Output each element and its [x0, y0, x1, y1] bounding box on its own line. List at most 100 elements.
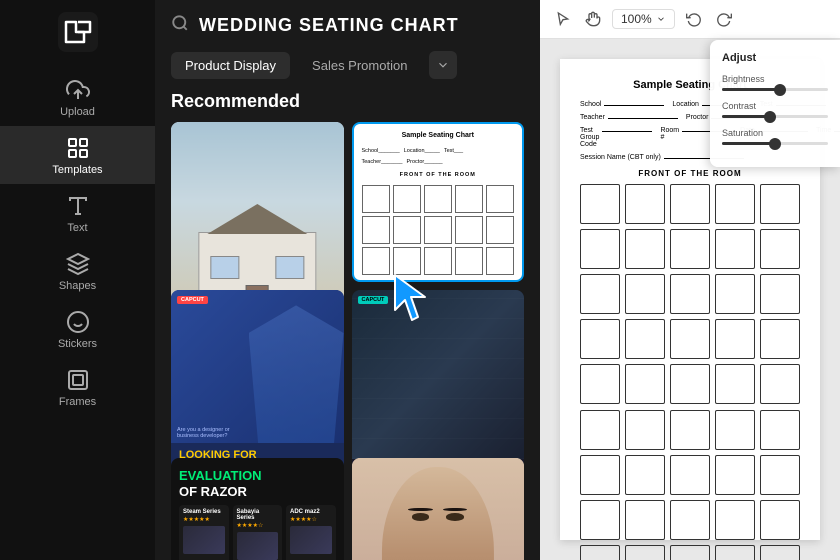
- sidebar-item-stickers[interactable]: Stickers: [0, 300, 155, 358]
- seat: [715, 274, 755, 314]
- seat: [760, 229, 800, 269]
- seat: [760, 500, 800, 540]
- adjust-title: Adjust: [722, 52, 828, 64]
- doc-panel: 100% Sample Seating Chart School Loc: [540, 0, 840, 560]
- seat: [580, 229, 620, 269]
- seat: [670, 319, 710, 359]
- seat: [625, 455, 665, 495]
- sidebar-item-upload[interactable]: Upload: [0, 68, 155, 126]
- seat: [715, 410, 755, 450]
- field-session: Session Name (CBT only): [580, 154, 661, 161]
- search-query: WEDDING SEATING CHART: [199, 15, 459, 36]
- text-label: Text: [67, 222, 87, 234]
- seat: [625, 229, 665, 269]
- hand-tool[interactable]: [582, 8, 604, 30]
- cursor-tool[interactable]: [552, 8, 574, 30]
- seat: [580, 410, 620, 450]
- seat: [760, 410, 800, 450]
- templates-icon: [66, 136, 90, 160]
- seat: [760, 274, 800, 314]
- field-location: Location: [672, 101, 698, 108]
- template-grid: now available for sell! Beautiful house …: [155, 122, 540, 560]
- adjust-panel: Adjust Brightness Contrast Saturation: [710, 40, 840, 167]
- seat: [580, 184, 620, 224]
- doc-toolbar: 100%: [540, 0, 840, 39]
- seat: [670, 364, 710, 404]
- seat-grid-front: [580, 184, 800, 404]
- tab-product-display[interactable]: Product Display: [171, 52, 290, 79]
- sidebar-item-text[interactable]: Text: [0, 184, 155, 242]
- seat: [760, 455, 800, 495]
- tabs-row: Product Display Sales Promotion: [155, 51, 540, 91]
- field-teacher: Teacher: [580, 114, 605, 121]
- field-school: School: [580, 101, 601, 108]
- seat: [670, 184, 710, 224]
- seat: [715, 229, 755, 269]
- seat: [670, 455, 710, 495]
- field-room: Room #: [660, 127, 679, 141]
- seat: [715, 319, 755, 359]
- undo-button[interactable]: [683, 8, 705, 30]
- seat: [760, 184, 800, 224]
- seat: [625, 545, 665, 560]
- seat: [625, 364, 665, 404]
- seat-grid-middle: [580, 410, 800, 560]
- search-bar: WEDDING SEATING CHART: [155, 0, 540, 51]
- eval-product-1: Steam Series: [183, 509, 225, 515]
- eval-product-3: ADC maz2: [290, 509, 332, 515]
- sidebar-item-frames[interactable]: Frames: [0, 358, 155, 416]
- eval-product-2: Sabayia Series: [237, 509, 279, 521]
- seat: [715, 455, 755, 495]
- seat: [625, 500, 665, 540]
- brightness-slider[interactable]: [722, 88, 828, 91]
- tab-sales-promotion[interactable]: Sales Promotion: [298, 52, 421, 79]
- sidebar: Upload Templates Text Shapes: [0, 0, 155, 560]
- upload-icon: [66, 78, 90, 102]
- template-card-woman[interactable]: UNVEIL YOURSKIN'S TRUEPOTENTIAL WITHOUR …: [352, 458, 525, 560]
- template-card-eval[interactable]: EVALUATIONOF RAZOR Steam Series ★★★★★ Sa…: [171, 458, 344, 560]
- seat: [715, 500, 755, 540]
- sidebar-item-shapes[interactable]: Shapes: [0, 242, 155, 300]
- seat: [670, 410, 710, 450]
- seat: [670, 229, 710, 269]
- shapes-label: Shapes: [59, 280, 96, 292]
- seat: [760, 364, 800, 404]
- front-room-label: FRONT OF THE ROOM: [580, 169, 800, 178]
- seat: [670, 274, 710, 314]
- contrast-control: Contrast: [722, 101, 828, 118]
- zoom-control[interactable]: 100%: [612, 9, 675, 29]
- templates-label: Templates: [52, 164, 102, 176]
- template-card-seating[interactable]: Sample Seating Chart School_______Locati…: [352, 122, 525, 282]
- seat: [625, 319, 665, 359]
- contrast-label: Contrast: [722, 101, 828, 111]
- main-content: WEDDING SEATING CHART Product Display Sa…: [155, 0, 540, 560]
- search-icon: [171, 14, 189, 37]
- stickers-label: Stickers: [58, 338, 97, 350]
- shapes-icon: [66, 252, 90, 276]
- frames-icon: [66, 368, 90, 392]
- contrast-slider[interactable]: [722, 115, 828, 118]
- stickers-icon: [66, 310, 90, 334]
- field-proctor: Proctor: [686, 114, 709, 121]
- zoom-value: 100%: [621, 12, 652, 26]
- saturation-slider[interactable]: [722, 142, 828, 145]
- saturation-label: Saturation: [722, 128, 828, 138]
- field-testgroup: Test Group Code: [580, 127, 599, 148]
- frames-label: Frames: [59, 396, 96, 408]
- become-badge: CAPCUT: [358, 296, 389, 304]
- section-label: Recommended: [155, 91, 540, 122]
- members-capcut-badge: CAPCUT: [177, 296, 208, 304]
- seat: [625, 184, 665, 224]
- seating-title: Sample Seating Chart: [362, 132, 515, 139]
- redo-button[interactable]: [713, 8, 735, 30]
- eval-headline: EVALUATIONOF RAZOR: [179, 468, 336, 499]
- seat: [580, 455, 620, 495]
- seat: [715, 364, 755, 404]
- sidebar-item-templates[interactable]: Templates: [0, 126, 155, 184]
- seat: [670, 545, 710, 560]
- seat: [580, 274, 620, 314]
- tab-dropdown[interactable]: [429, 51, 457, 79]
- seat: [580, 319, 620, 359]
- seat: [760, 545, 800, 560]
- capcut-logo: [58, 12, 98, 52]
